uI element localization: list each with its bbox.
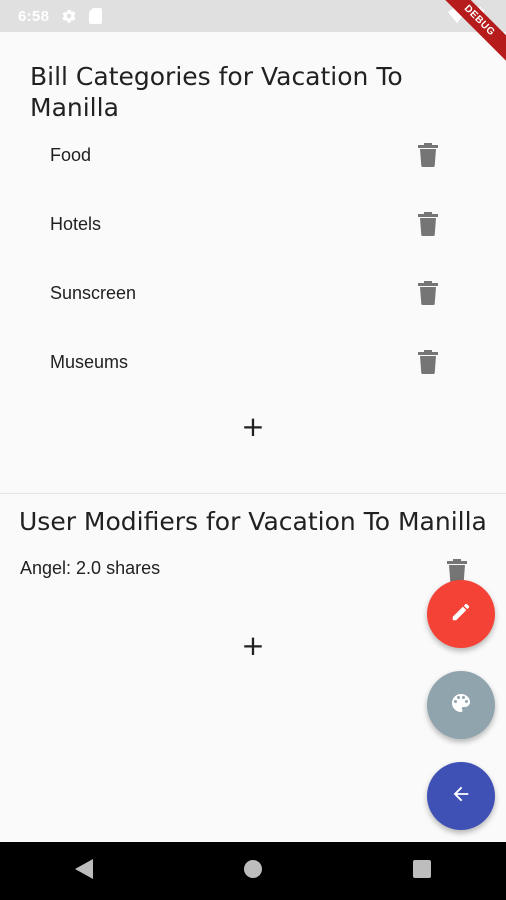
trash-icon[interactable]: [417, 142, 439, 168]
category-label: Hotels: [50, 213, 102, 234]
palette-fab[interactable]: [427, 671, 495, 739]
pencil-icon: [450, 601, 472, 627]
nav-back-button[interactable]: [59, 851, 109, 891]
square-recents-icon: [412, 860, 431, 882]
edit-fab[interactable]: [427, 580, 495, 648]
trash-icon[interactable]: [417, 280, 439, 306]
category-label: Food: [50, 144, 92, 165]
categories-title: Bill Categories for Vacation To Manilla: [30, 62, 403, 122]
category-label: Sunscreen: [50, 282, 137, 303]
sd-card-icon: [89, 8, 103, 24]
navigation-bar: [0, 842, 506, 900]
section-divider: [0, 493, 506, 494]
category-item[interactable]: Museums: [50, 344, 450, 380]
category-label: Museums: [50, 351, 129, 372]
nav-home-button[interactable]: [228, 851, 278, 891]
gear-icon: [61, 8, 77, 24]
debug-banner: DEBUG: [433, 0, 506, 67]
palette-icon: [449, 691, 473, 719]
modifier-item[interactable]: Angel: 2.0 shares: [20, 558, 160, 579]
nav-recents-button[interactable]: [397, 851, 447, 891]
back-fab[interactable]: [427, 762, 495, 830]
category-item[interactable]: Hotels: [50, 206, 450, 242]
add-category-button[interactable]: +: [238, 410, 268, 443]
trash-icon[interactable]: [417, 349, 439, 375]
triangle-back-icon: [75, 859, 94, 883]
modifiers-title: User Modifiers for Vacation To Manilla: [19, 507, 487, 536]
category-item[interactable]: Food: [50, 137, 450, 173]
trash-icon[interactable]: [417, 211, 439, 237]
status-time: 6:58: [18, 7, 50, 25]
status-bar: 6:58 DEBUG: [0, 0, 506, 67]
add-modifier-button[interactable]: +: [238, 629, 268, 662]
circle-home-icon: [243, 859, 263, 883]
arrow-back-icon: [450, 783, 472, 809]
category-item[interactable]: Sunscreen: [50, 275, 450, 311]
